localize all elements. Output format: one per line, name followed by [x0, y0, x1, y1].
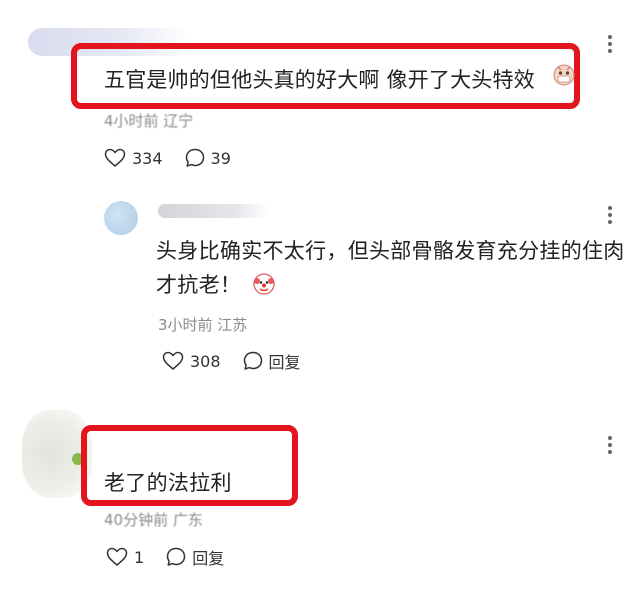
comment-item: 五官是帅的但他头真的好大啊 像开了大头特效 4小时前 辽宁 334 39	[0, 0, 640, 180]
comment-actions: 308 回复	[162, 349, 323, 373]
clown-face-emoji	[252, 272, 276, 306]
comment-text: 头身比确实不太行，但头部骨骼发育充分挂的住肉才抗老！	[156, 234, 626, 306]
like-count: 334	[132, 148, 163, 168]
more-options-button[interactable]	[607, 205, 613, 225]
comment-actions: 1 回复	[106, 545, 246, 569]
avatar[interactable]	[104, 201, 138, 235]
more-vertical-icon	[608, 35, 612, 53]
more-options-button[interactable]	[607, 34, 613, 54]
more-options-button[interactable]	[607, 435, 613, 455]
heart-outline-icon	[162, 351, 184, 370]
reply-label: 回复	[268, 353, 301, 372]
reply-button[interactable]: 回复	[243, 349, 301, 373]
comment-text-content: 头身比确实不太行，但头部骨骼发育充分挂的住肉才抗老！	[156, 239, 625, 297]
heart-outline-icon	[106, 547, 128, 566]
reply-count: 39	[210, 148, 231, 168]
reply-button[interactable]: 回复	[166, 545, 224, 569]
comment-bubble-icon	[243, 351, 262, 370]
more-vertical-icon	[608, 206, 612, 224]
like-count: 1	[134, 547, 145, 567]
comment-text: 五官是帅的但他头真的好大啊 像开了大头特效	[104, 68, 535, 92]
like-button[interactable]: 308	[162, 351, 221, 371]
like-count: 308	[190, 351, 221, 371]
like-button[interactable]: 1	[106, 547, 144, 567]
reply-button[interactable]: 39	[185, 148, 231, 168]
comment-bubble-icon	[166, 547, 186, 566]
like-button[interactable]: 334	[104, 148, 163, 168]
reply-item: 头身比确实不太行，但头部骨骼发育充分挂的住肉才抗老！ 3小时前 江苏 308 回…	[0, 180, 640, 405]
more-vertical-icon	[608, 436, 612, 454]
username-blurred	[158, 204, 268, 218]
face-with-mask-emoji	[552, 63, 576, 91]
comment-bubble-icon	[185, 148, 204, 167]
comment-actions: 334 39	[104, 148, 253, 168]
comment-item: 老了的法拉利 40分钟前 广东 1 回复	[0, 405, 640, 603]
comment-meta: 40分钟前 广东	[104, 511, 203, 529]
comment-meta: 4小时前 辽宁	[104, 112, 194, 130]
comment-text: 老了的法拉利	[104, 471, 232, 495]
heart-outline-icon	[104, 148, 126, 167]
reply-label: 回复	[192, 549, 225, 568]
comment-meta: 3小时前 江苏	[158, 316, 248, 334]
